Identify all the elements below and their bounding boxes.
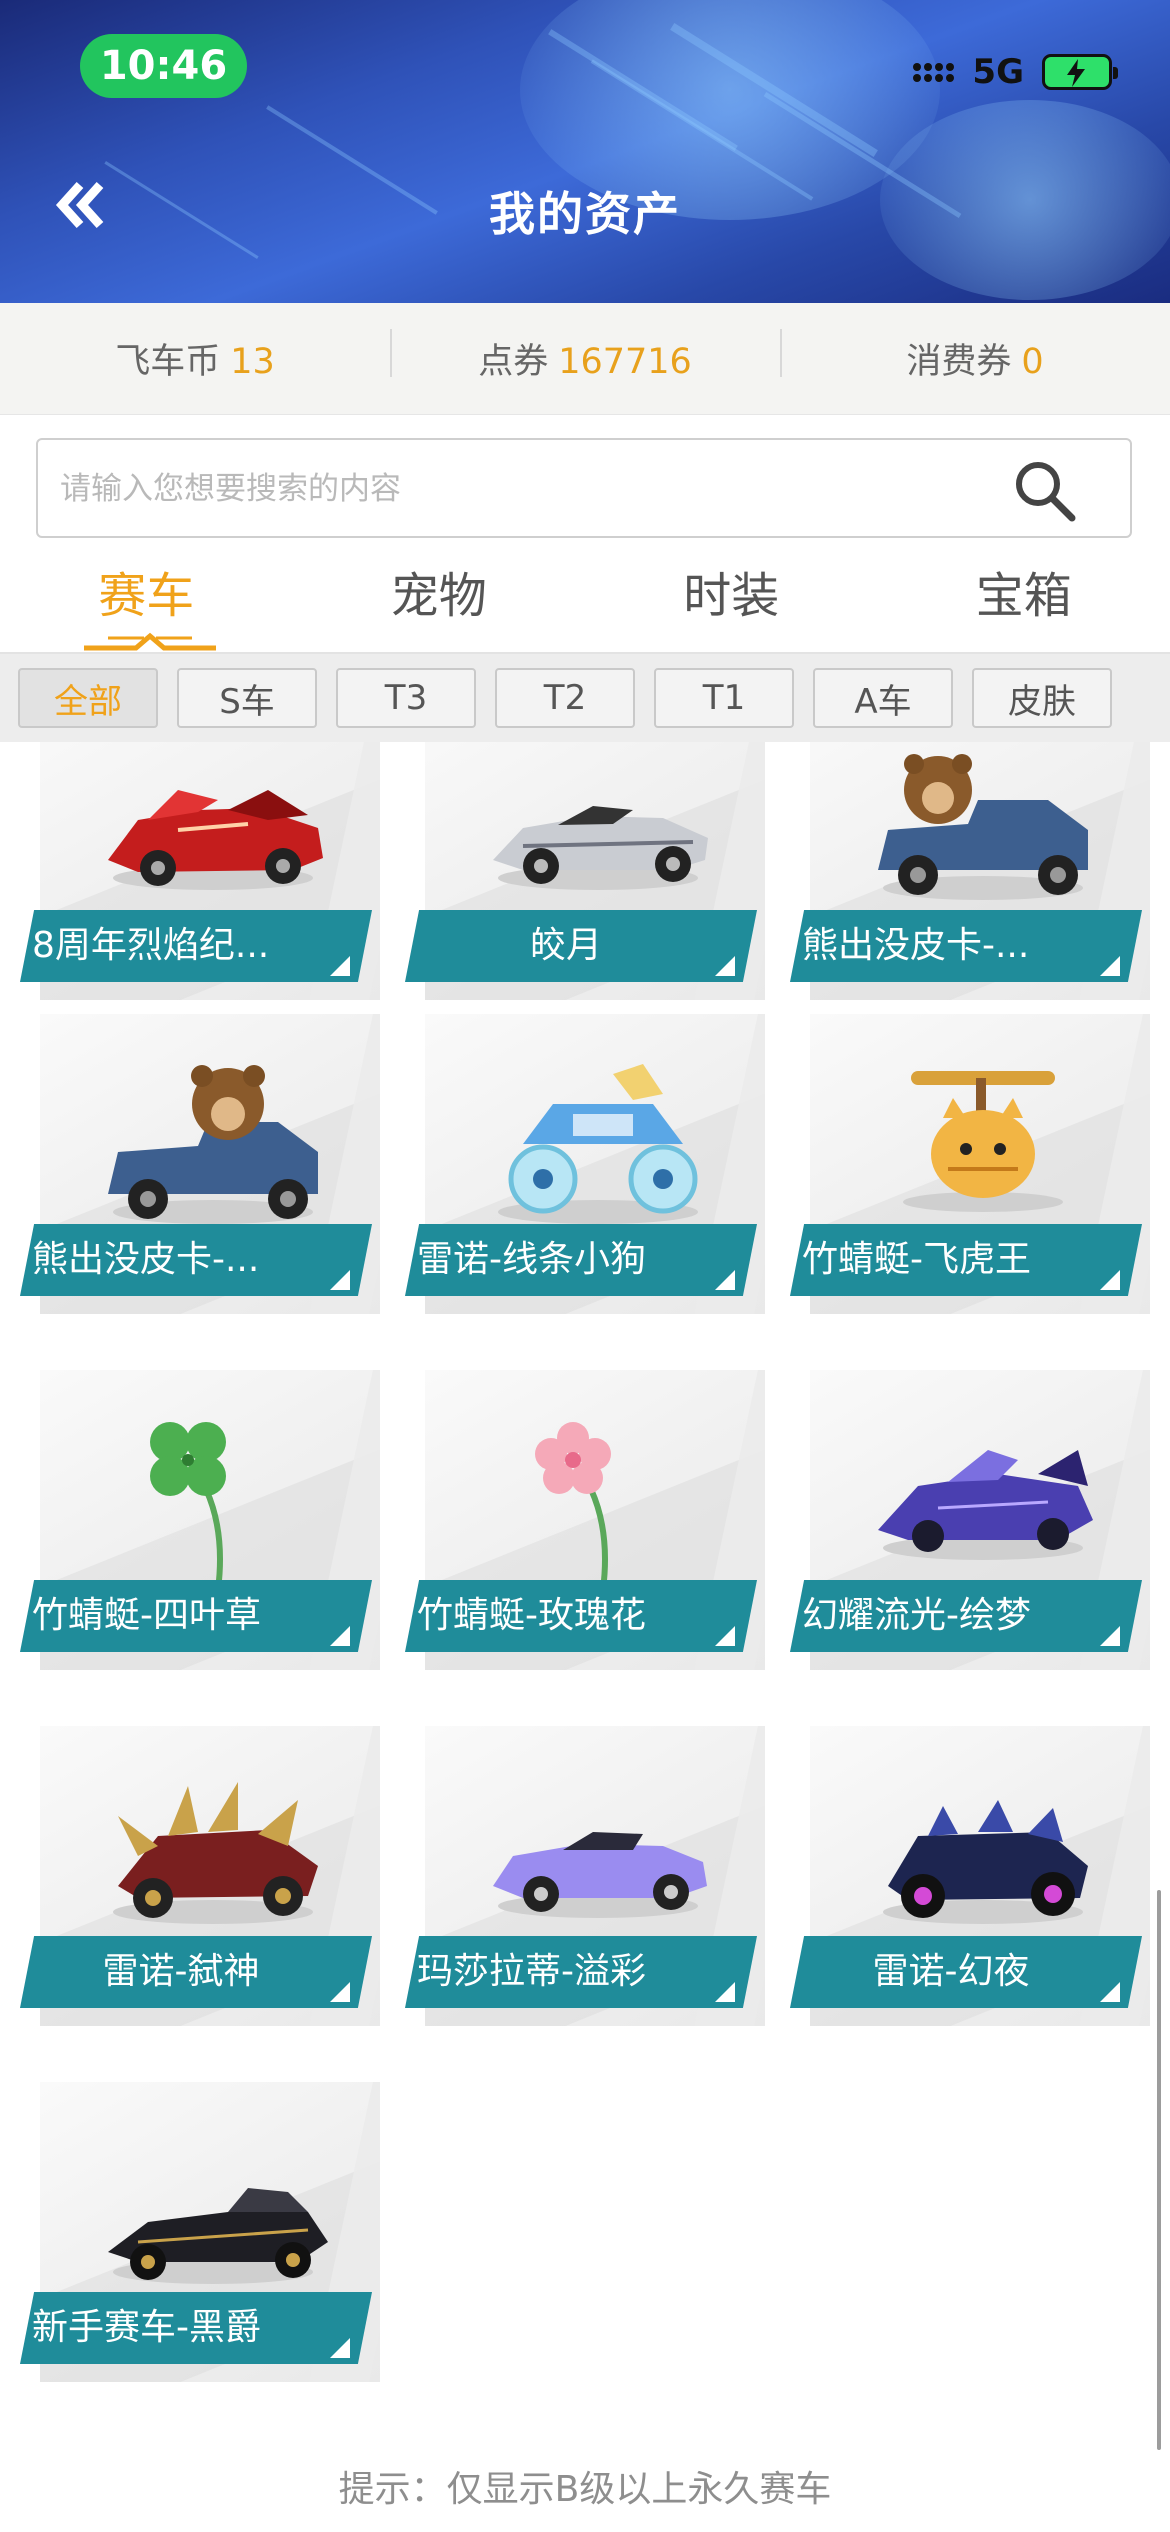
corner-mark-icon <box>330 1982 350 2002</box>
corner-mark-icon <box>1100 1982 1120 2002</box>
item-name: 竹蜻蜓-飞虎王 <box>790 1224 1142 1296</box>
item-name: 幻耀流光-绘梦 <box>790 1580 1142 1652</box>
black-kart-icon <box>108 2188 328 2284</box>
cellular-signal-icon <box>913 62 955 82</box>
tab-fashion[interactable]: 时装 <box>585 560 878 652</box>
filter-skin[interactable]: 皮肤 <box>972 668 1112 728</box>
clover-icon <box>150 1422 226 1590</box>
currency-voucher: 消费券 0 <box>780 329 1170 384</box>
red-supercar-icon <box>108 790 323 890</box>
currency-fcoin: 飞车币 13 <box>0 333 390 384</box>
item-name: 竹蜻蜓-玫瑰花 <box>405 1580 757 1652</box>
currency-label: 飞车币 <box>115 342 221 382</box>
item-card[interactable]: 竹蜻蜓-玫瑰花 <box>403 1370 783 1690</box>
item-card[interactable]: 雷诺-幻夜 <box>788 1726 1168 2046</box>
dark-armored-car-icon <box>883 1800 1088 1924</box>
corner-mark-icon <box>1100 1626 1120 1646</box>
item-card[interactable]: 竹蜻蜓-四叶草 <box>18 1370 398 1690</box>
item-name: 雷诺-弑神 <box>20 1936 372 2008</box>
bear-pickup-truck-icon <box>108 1065 318 1224</box>
item-card[interactable]: 雷诺-线条小狗 <box>403 1014 783 1334</box>
item-card[interactable]: 皎月 <box>403 742 783 1020</box>
corner-mark-icon <box>330 1626 350 1646</box>
corner-mark-icon <box>330 2338 350 2358</box>
corner-mark-icon <box>330 1270 350 1290</box>
network-type: 5G <box>972 52 1024 92</box>
item-name: 8周年烈焰纪... <box>20 910 372 982</box>
item-name: 玛莎拉蒂-溢彩 <box>405 1936 757 2008</box>
active-tab-indicator <box>84 632 216 651</box>
search-box <box>36 438 1132 538</box>
tab-chest[interactable]: 宝箱 <box>878 560 1170 652</box>
item-name: 新手赛车-黑爵 <box>20 2292 372 2364</box>
search-input[interactable] <box>60 460 960 518</box>
currency-bar: 飞车币 13 点券 167716 消费券 0 <box>0 303 1170 415</box>
filter-t1[interactable]: T1 <box>654 668 794 728</box>
corner-mark-icon <box>715 1982 735 2002</box>
status-time: 10:46 <box>80 34 247 98</box>
purple-racecar-icon <box>878 1450 1093 1560</box>
filter-bar: 全部 S车 T3 T2 T1 A车 皮肤 <box>0 654 1170 742</box>
filter-all[interactable]: 全部 <box>18 668 158 728</box>
corner-mark-icon <box>1100 956 1120 976</box>
header-banner: 10:46 5G 我的资产 <box>0 0 1170 303</box>
item-card[interactable]: 8周年烈焰纪... <box>18 742 398 1020</box>
item-name: 雷诺-幻夜 <box>790 1936 1142 2008</box>
item-grid: 8周年烈焰纪... 皎月 熊出没皮卡-... 熊出没皮卡-... 雷诺-线条小狗… <box>0 742 1170 2432</box>
currency-label: 点券 <box>478 342 549 382</box>
tab-pet[interactable]: 宠物 <box>293 560 586 652</box>
item-name: 雷诺-线条小狗 <box>405 1224 757 1296</box>
footer-hint: 提示：仅显示B级以上永久赛车 <box>338 2469 832 2510</box>
currency-label: 消费券 <box>906 342 1012 382</box>
currency-value: 167716 <box>558 342 692 382</box>
purple-sportscar-icon <box>493 1832 707 1918</box>
item-card[interactable]: 熊出没皮卡-... <box>18 1014 398 1334</box>
battery-charging-icon <box>1042 54 1118 90</box>
scrollbar[interactable] <box>1157 1890 1161 2450</box>
monster-truck-icon <box>498 1064 698 1224</box>
currency-points: 点券 167716 <box>390 329 780 384</box>
corner-mark-icon <box>330 956 350 976</box>
filter-s-class[interactable]: S车 <box>177 668 317 728</box>
silver-supercar-icon <box>493 806 708 890</box>
item-card[interactable]: 雷诺-弑神 <box>18 1726 398 2046</box>
corner-mark-icon <box>715 1626 735 1646</box>
status-indicators: 5G <box>913 52 1118 92</box>
flower-icon <box>535 1422 611 1590</box>
item-name: 竹蜻蜓-四叶草 <box>20 1580 372 1652</box>
item-card[interactable]: 竹蜻蜓-飞虎王 <box>788 1014 1168 1334</box>
item-card[interactable]: 玛莎拉蒂-溢彩 <box>403 1726 783 2046</box>
item-name: 熊出没皮卡-... <box>790 910 1142 982</box>
filter-t3[interactable]: T3 <box>336 668 476 728</box>
item-card[interactable]: 幻耀流光-绘梦 <box>788 1370 1168 1690</box>
currency-value: 13 <box>230 342 275 382</box>
corner-mark-icon <box>1100 1270 1120 1290</box>
spiked-racecar-icon <box>113 1782 318 1924</box>
item-card[interactable]: 新手赛车-黑爵 <box>18 2082 398 2402</box>
filter-a-class[interactable]: A车 <box>813 668 953 728</box>
tiger-cat-propeller-icon <box>903 1071 1063 1212</box>
bear-pickup-truck-icon <box>878 754 1088 900</box>
corner-mark-icon <box>715 1270 735 1290</box>
filter-t2[interactable]: T2 <box>495 668 635 728</box>
item-name: 熊出没皮卡-... <box>20 1224 372 1296</box>
item-card[interactable]: 熊出没皮卡-... <box>788 742 1168 1020</box>
page-title: 我的资产 <box>489 187 681 241</box>
corner-mark-icon <box>715 956 735 976</box>
currency-value: 0 <box>1021 342 1044 382</box>
search-icon[interactable] <box>1012 458 1078 524</box>
item-name: 皎月 <box>405 910 757 982</box>
